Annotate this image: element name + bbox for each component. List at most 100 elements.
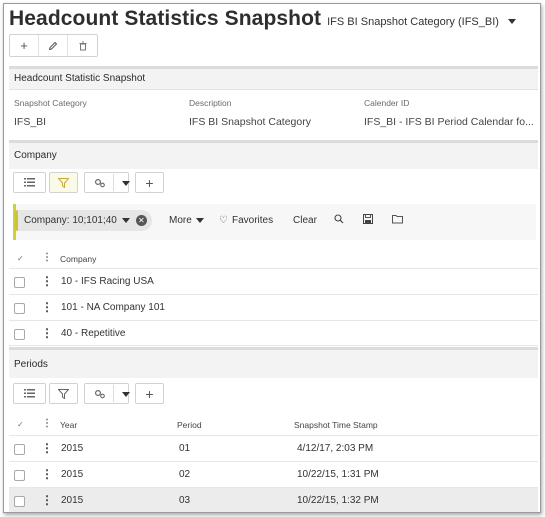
page-header: Headcount Statistics Snapshot IFS BI Sna… [9,7,516,35]
timestamp-cell: 4/12/17, 2:03 PM [297,443,374,454]
calendar-id-label: Calender ID [364,98,410,108]
row-checkbox[interactable] [14,329,25,340]
select-all-icon[interactable]: ✓ [17,254,24,263]
cogs-icon [94,389,105,398]
plus-icon: + [145,174,154,191]
period-row[interactable]: ⋮ 2015 03 10/22/15, 1:32 PM [9,487,538,512]
folder-icon [392,215,403,224]
company-cell: 10 - IFS Racing USA [61,276,154,287]
heart-icon: ♡ [219,215,228,226]
year-column-header[interactable]: Year [60,420,77,430]
row-menu-icon[interactable]: ⋮ [41,301,53,313]
list-icon [24,389,35,398]
periods-add-button[interactable]: + [135,383,164,404]
favorites-label: Favorites [231,215,274,226]
trash-icon [79,41,86,50]
edit-button[interactable] [39,35,68,56]
select-all-icon[interactable]: ✓ [17,420,24,429]
company-section-title: Company [14,150,57,161]
column-options-icon[interactable]: ⋮ [42,418,52,429]
company-cell: 40 - Repetitive [61,328,126,339]
search-button[interactable] [334,214,344,224]
row-checkbox[interactable] [14,470,25,481]
timestamp-cell: 10/22/15, 1:31 PM [297,469,379,480]
divider [113,385,114,402]
periods-list-view-button[interactable] [13,383,46,404]
row-menu-icon[interactable]: ⋮ [41,468,53,480]
period-cell: 01 [179,443,191,454]
row-checkbox[interactable] [14,303,25,314]
timestamp-column-header[interactable]: Snapshot Time Stamp [294,420,378,430]
row-checkbox[interactable] [14,277,25,288]
search-icon [334,214,344,224]
row-checkbox[interactable] [14,496,25,507]
divider [113,174,114,191]
company-list-view-button[interactable] [13,172,46,193]
timestamp-cell: 10/22/15, 1:32 PM [297,495,379,506]
periods-section-header: Periods [9,350,538,378]
company-actions-dropdown[interactable] [84,172,130,193]
company-row[interactable]: ⋮ 40 - Repetitive [9,320,538,346]
company-filter-button[interactable] [49,172,78,193]
company-filter-chip[interactable]: Company: 10;101;40 ✕ [15,210,152,231]
plus-icon: + [20,38,28,53]
description-label: Description [189,98,232,108]
more-dropdown[interactable]: More [169,215,204,226]
record-selector-label: IFS BI Snapshot Category (IFS_BI) [327,16,499,28]
chevron-down-icon[interactable] [121,218,130,223]
window: Headcount Statistics Snapshot IFS BI Sna… [3,3,541,513]
snapshot-section-header: Headcount Statistic Snapshot [9,69,538,90]
list-icon [24,178,35,187]
chevron-down-icon[interactable] [507,18,516,24]
snapshot-fields: Snapshot Category IFS_BI Description IFS… [9,91,538,139]
row-checkbox[interactable] [14,444,25,455]
row-menu-icon[interactable]: ⋮ [41,327,53,339]
calendar-id-value[interactable]: IFS_BI - IFS BI Period Calendar fo... [364,116,534,128]
period-row[interactable]: ⋮ 2015 01 4/12/17, 2:03 PM [9,435,538,461]
snapshot-category-value: IFS_BI [14,116,47,128]
record-selector[interactable]: IFS BI Snapshot Category (IFS_BI) [327,16,516,28]
page-title: Headcount Statistics Snapshot [9,7,322,30]
more-label: More [169,215,192,226]
column-options-icon[interactable]: ⋮ [42,252,52,263]
clear-label: Clear [293,215,317,226]
clear-filter-icon[interactable]: ✕ [135,215,147,226]
cogs-icon [94,178,105,187]
period-row[interactable]: ⋮ 2015 02 10/22/15, 1:31 PM [9,461,538,487]
periods-section-title: Periods [14,359,48,370]
new-button[interactable]: + [10,35,39,56]
company-add-button[interactable]: + [135,172,164,193]
period-column-header[interactable]: Period [177,420,202,430]
pencil-icon [48,41,58,50]
snapshot-category-label: Snapshot Category [14,98,87,108]
year-cell: 2015 [61,495,84,506]
funnel-icon [58,388,69,399]
funnel-icon [58,177,69,188]
row-menu-icon[interactable]: ⋮ [41,442,53,454]
open-filter-button[interactable] [392,214,403,224]
chevron-down-icon [122,181,130,186]
periods-filter-button[interactable] [49,383,78,404]
row-menu-icon[interactable]: ⋮ [41,494,53,506]
favorites-button[interactable]: ♡ Favorites [219,215,273,226]
periods-actions-dropdown[interactable] [84,383,130,404]
floppy-disk-icon [363,214,373,224]
save-filter-button[interactable] [363,214,373,224]
plus-icon: + [145,385,154,402]
clear-button[interactable]: Clear [293,215,317,226]
company-filter-chip-label: Company: 10;101;40 [24,215,117,226]
period-cell: 02 [179,469,191,480]
company-column-header[interactable]: Company [60,254,96,264]
period-cell: 03 [179,495,191,506]
chevron-down-icon [195,218,204,223]
row-menu-icon[interactable]: ⋮ [41,275,53,287]
company-row[interactable]: ⋮ 10 - IFS Racing USA [9,268,538,294]
year-cell: 2015 [61,469,84,480]
company-section-header: Company [9,143,538,169]
record-toolbar: + [9,34,98,57]
chevron-down-icon [122,392,130,397]
snapshot-section-title: Headcount Statistic Snapshot [14,73,146,84]
year-cell: 2015 [61,443,84,454]
company-row[interactable]: ⋮ 101 - NA Company 101 [9,294,538,320]
delete-button[interactable] [68,35,97,56]
